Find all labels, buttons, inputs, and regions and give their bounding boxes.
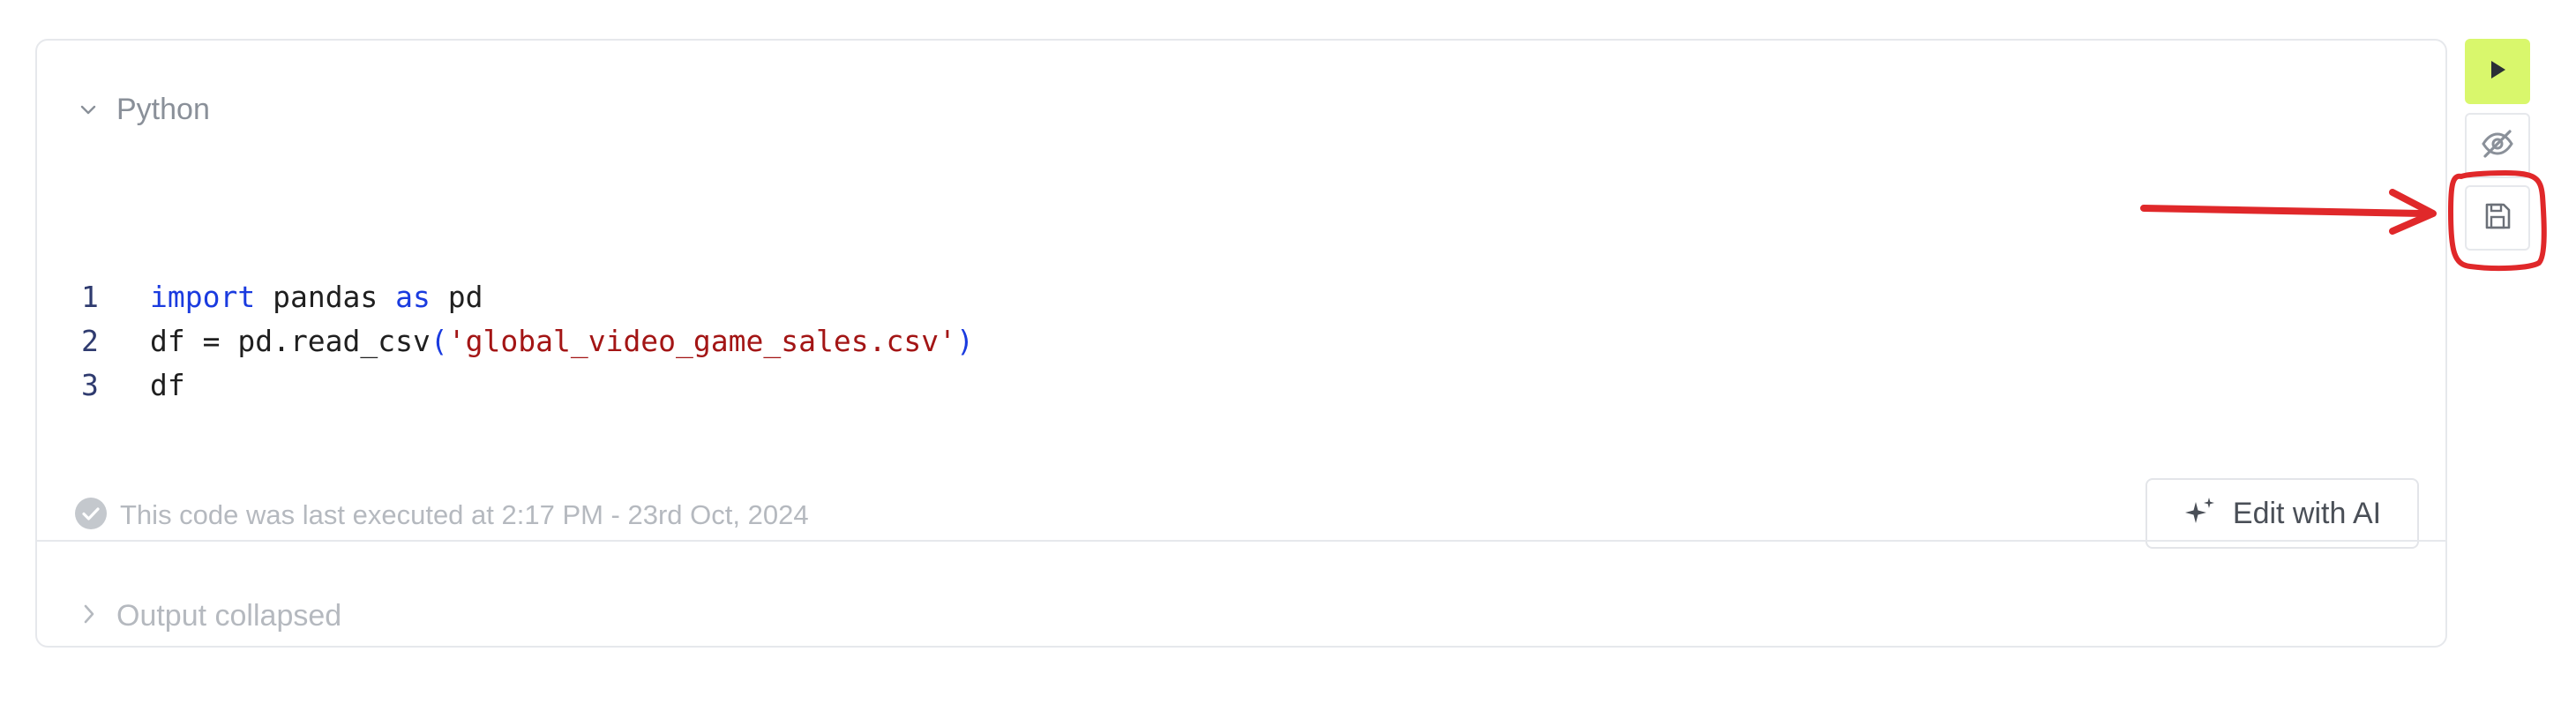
line-number: 1 xyxy=(81,280,99,314)
edit-with-ai-label: Edit with AI xyxy=(2232,496,2382,530)
chevron-down-icon xyxy=(76,97,101,122)
code-token-string: 'global_video_game_sales.csv' xyxy=(447,324,956,358)
code-token-punct: ) xyxy=(955,324,974,358)
execution-status: This code was last executed at 2:17 PM -… xyxy=(74,496,809,535)
play-icon xyxy=(2484,56,2511,87)
line-number: 3 xyxy=(81,368,99,402)
code-token-default: df xyxy=(150,368,185,402)
language-toggle[interactable]: Python xyxy=(76,92,210,127)
chevron-right-icon xyxy=(79,601,99,632)
status-text: This code was last executed at 2:17 PM -… xyxy=(120,499,809,530)
language-label: Python xyxy=(116,92,210,126)
code-line[interactable]: 3 df xyxy=(81,363,974,408)
save-button[interactable] xyxy=(2465,185,2530,251)
save-icon xyxy=(2482,200,2513,236)
hide-button[interactable] xyxy=(2465,113,2530,178)
output-label: Output collapsed xyxy=(116,598,342,633)
line-number: 2 xyxy=(81,324,99,358)
eye-off-icon xyxy=(2480,126,2515,166)
code-token-keyword: as xyxy=(395,280,431,314)
code-line[interactable]: 2 df = pd.read_csv('global_video_game_sal… xyxy=(81,319,974,363)
code-token-keyword: import xyxy=(150,280,256,314)
run-button[interactable] xyxy=(2465,39,2530,104)
code-line[interactable]: 1 import pandas as pd xyxy=(81,275,974,319)
code-token-default: pd xyxy=(430,280,483,314)
edit-with-ai-button[interactable]: Edit with AI xyxy=(2145,478,2419,549)
check-circle-icon xyxy=(74,497,108,535)
code-cell: Python 1 import pandas as pd 2 df = pd.read… xyxy=(35,39,2447,648)
output-toggle[interactable]: Output collapsed xyxy=(79,596,341,635)
output-divider xyxy=(37,540,2445,542)
code-token-default: df = pd.read_csv xyxy=(150,324,431,358)
code-editor[interactable]: 1 import pandas as pd 2 df = pd.read_csv('g… xyxy=(81,275,974,408)
code-token-punct: ( xyxy=(430,324,448,358)
code-token-default: pandas xyxy=(255,280,396,314)
sparkle-icon xyxy=(2183,495,2217,533)
